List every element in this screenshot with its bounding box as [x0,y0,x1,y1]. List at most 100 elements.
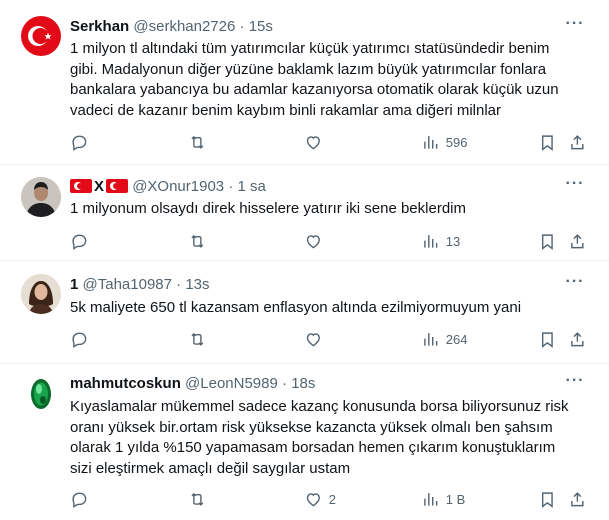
separator-dot: · [228,178,234,195]
tweet-text-line: Kıyaslamalar mükemmel sadece kazanç konu… [70,398,569,415]
tweet-header: X @XOnur1903 · 1 sa [70,177,266,197]
bookmark-button[interactable] [538,329,557,349]
retweet-icon [191,135,204,149]
separator-dot: · [282,375,288,392]
display-name-text: X [94,178,105,195]
bookmark-icon [541,135,553,151]
user-handle[interactable]: @serkhan2726 [133,18,235,35]
separator-dot: · [239,18,245,35]
retweet-button[interactable] [188,132,207,152]
tweet-header: Serkhan @serkhan2726 · 15s [70,17,273,37]
reply-icon [72,234,87,250]
turkish-flag-icon [70,179,92,193]
separator-dot: · [176,276,182,293]
views-button[interactable]: 596 [421,132,467,152]
reply-button[interactable] [70,132,89,152]
avatar[interactable] [21,177,61,217]
like-button[interactable]: 2 [304,489,336,509]
views-count: 264 [445,331,468,347]
heart-icon [306,492,320,507]
avatar[interactable] [21,374,61,414]
more-options-icon[interactable]: ··· [565,176,585,197]
tweet[interactable]: X @XOnur1903 · 1 sa ··· 1 milyonum olsay… [0,165,609,261]
tweet-text: Kıyaslamalar mükemmel sadece kazanç konu… [70,397,570,479]
user-handle[interactable]: @XOnur1903 [132,178,224,195]
bookmark-icon [541,332,553,348]
views-chart-icon [424,135,438,149]
reply-icon [72,332,87,348]
tweet-text-line: olarak 1 yılda %150 yapamasam borsadan h… [70,439,556,456]
heart-icon [306,332,320,347]
retweet-button[interactable] [188,329,207,349]
turkish-flag-icon [106,179,129,193]
timestamp[interactable]: 13s [185,276,209,293]
display-name[interactable]: 1 [70,276,78,293]
timestamp[interactable]: 18s [291,375,315,392]
views-chart-icon [424,234,438,248]
display-name[interactable]: mahmutcoskun [70,375,181,392]
like-button[interactable] [304,231,323,251]
tweet-text-line: 1 milyon tl altındaki tüm yatırımcılar k… [70,40,550,57]
user-handle[interactable]: @Taha10987 [83,276,172,293]
retweet-button[interactable] [188,231,207,251]
reply-button[interactable] [70,329,89,349]
retweet-icon [191,332,204,346]
tweet-actions: 2 1 B [70,489,590,509]
tweet-text-line: 5k maliyete 650 tl kazansam enflasyon al… [70,299,522,316]
more-options-icon[interactable]: ··· [565,16,585,37]
retweet-button[interactable] [188,489,207,509]
reply-button[interactable] [70,231,89,251]
display-name[interactable]: X [70,178,129,195]
views-count: 13 [445,233,461,249]
more-options-icon[interactable]: ··· [565,274,585,295]
turkish-flag-icon [28,26,52,46]
views-button[interactable]: 264 [421,329,467,349]
tweet-text-line: bankalara yabancıya bu adamlar kazanıyor… [70,81,559,98]
tweet[interactable]: Serkhan @serkhan2726 · 15s ··· 1 milyon … [0,0,609,165]
tweet-text-line: vadeci de kazanır benim kaybım binli rak… [70,101,502,119]
views-button[interactable]: 1 B [421,489,465,509]
tweet-text: 1 milyonum olsaydı direk hisselere yatır… [70,199,570,220]
share-button[interactable] [568,231,587,251]
tweet-header: mahmutcoskun @LeonN5989 · 18s [70,374,315,394]
views-button[interactable]: 13 [421,231,460,251]
share-icon [571,491,584,506]
tweet[interactable]: 1 @Taha10987 · 13s ··· 5k maliyete 650 t… [0,261,609,364]
tweet-text: 1 milyon tl altındaki tüm yatırımcılar k… [70,39,570,121]
likes-count: 2 [328,491,336,507]
heart-icon [306,234,320,249]
bookmark-button[interactable] [538,231,557,251]
like-button[interactable] [304,132,323,152]
timestamp[interactable]: 15s [249,18,273,35]
share-button[interactable] [568,329,587,349]
heart-icon [306,135,320,150]
bookmark-icon [541,234,553,250]
views-chart-icon [424,492,438,506]
share-button[interactable] [568,132,587,152]
timestamp[interactable]: 1 sa [237,178,265,195]
avatar[interactable] [21,274,61,314]
avatar[interactable] [21,16,61,56]
bookmark-button[interactable] [538,132,557,152]
views-count: 1 B [445,491,466,507]
more-options-icon[interactable]: ··· [565,373,585,394]
tweet-text-line: gibi. Madalyonun diğer yüzüne baklamk la… [70,60,547,78]
reply-icon [72,135,87,151]
display-name[interactable]: Serkhan [70,18,129,35]
share-icon [571,331,584,346]
share-button[interactable] [568,489,587,509]
emerald-gem-icon [31,379,51,409]
retweet-icon [191,492,204,506]
reply-button[interactable] [70,489,89,509]
bookmark-button[interactable] [538,489,557,509]
like-button[interactable] [304,329,323,349]
bookmark-icon [541,492,553,508]
tweet-actions: 13 [70,231,590,251]
tweet-text-line: oranı yüksek bir.ortam risk yüksekse kaz… [70,418,553,436]
share-icon [571,233,584,248]
user-handle[interactable]: @LeonN5989 [185,375,278,392]
tweet-text: 5k maliyete 650 tl kazansam enflasyon al… [70,298,570,319]
user-photo-icon [21,177,61,217]
tweet[interactable]: mahmutcoskun @LeonN5989 · 18s ··· Kıyasl… [0,364,609,520]
views-count: 596 [445,134,468,150]
